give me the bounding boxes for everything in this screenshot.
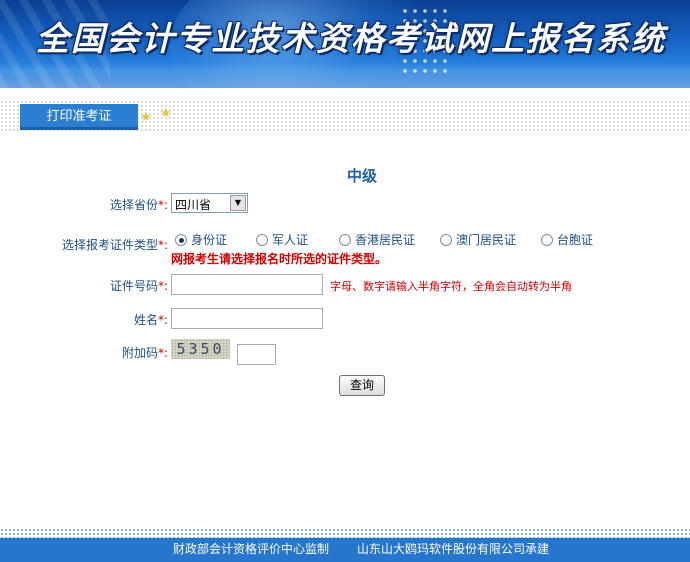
query-button[interactable]: 查询 — [339, 375, 385, 396]
chevron-down-icon[interactable]: ▼ — [230, 195, 246, 211]
radio-button[interactable] — [256, 234, 268, 246]
captcha-input[interactable] — [237, 344, 276, 365]
radio-taiwan-card[interactable]: 台胞证 — [541, 231, 593, 247]
star-decoration: ★ ★ — [140, 106, 180, 126]
province-select[interactable]: 四川省 ▼ — [171, 193, 248, 213]
radio-button[interactable] — [339, 234, 351, 246]
province-select-value: 四川省 — [175, 198, 212, 212]
star-icon: ★ — [140, 110, 152, 125]
radio-button-selected[interactable] — [175, 234, 187, 246]
name-input[interactable] — [171, 308, 323, 329]
footer-supervisor-text: 财政部会计资格评价中心监制 — [173, 542, 330, 556]
name-label: 姓名*: — [133, 313, 168, 327]
tab-print-admission-ticket[interactable]: 打印准考证 — [20, 104, 138, 130]
radio-id-card[interactable]: 身份证 — [175, 231, 227, 247]
star-icon: ★ — [160, 106, 172, 121]
radio-button[interactable] — [541, 234, 553, 246]
footer: 财政部会计资格评价中心监制 山东山大鸥玛软件股份有限公司承建 — [0, 538, 690, 562]
id-number-input[interactable] — [171, 274, 323, 295]
id-number-hint: 字母、数字请输入半角字符，全角会自动转为半角 — [330, 280, 572, 293]
footer-developer-text: 山东山大鸥玛软件股份有限公司承建 — [357, 542, 550, 556]
province-label: 选择省份*: — [109, 198, 168, 212]
system-title: 全国会计专业技术资格考试网上报名系统 — [36, 19, 666, 58]
id-type-label: 选择报考证件类型*: — [61, 238, 168, 252]
header-banner: 全国会计专业技术资格考试网上报名系统 — [0, 0, 690, 88]
id-type-warning: 网报考生请选择报名时所选的证件类型。 — [171, 252, 388, 266]
radio-macau-card[interactable]: 澳门居民证 — [440, 231, 516, 247]
captcha-label: 附加码*: — [121, 346, 168, 360]
id-number-label: 证件号码*: — [109, 279, 168, 293]
radio-military-card[interactable]: 军人证 — [256, 231, 308, 247]
radio-hongkong-card[interactable]: 香港居民证 — [339, 231, 415, 247]
exam-level-heading: 中级 — [346, 167, 377, 185]
captcha-image[interactable]: 5350 — [171, 339, 230, 359]
radio-button[interactable] — [440, 234, 452, 246]
banner-wave — [0, 62, 690, 88]
footer-dot-stripe — [0, 528, 690, 538]
